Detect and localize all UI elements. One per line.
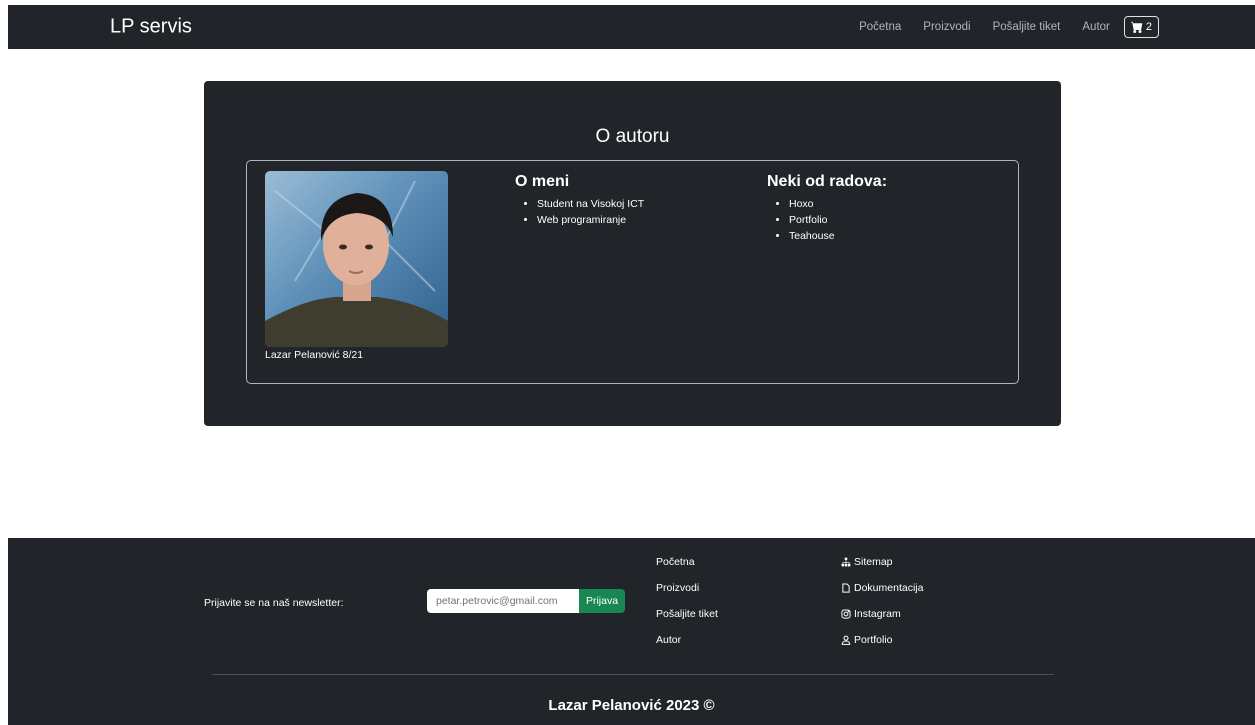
about-list: Student na Visokoj ICT Web programiranje — [515, 196, 644, 228]
sitemap-icon — [841, 557, 851, 567]
footer-link-pocetna[interactable]: Početna — [656, 556, 718, 582]
footer-link-autor[interactable]: Autor — [656, 634, 718, 660]
about-section: O meni Student na Visokoj ICT Web progra… — [515, 173, 644, 228]
footer-links: Početna Proizvodi Pošaljite tiket Autor — [656, 556, 718, 660]
works-section: Neki od radova: Hoxo Portfolio Teahouse — [767, 173, 887, 244]
footer-divider — [212, 674, 1054, 675]
author-card: Lazar Pelanović 8/21 O meni Student na V… — [246, 160, 1019, 384]
instagram-icon — [841, 609, 851, 619]
footer-link-label: Portfolio — [854, 634, 893, 646]
brand-logo[interactable]: LP servis — [110, 16, 192, 39]
list-item: Hoxo — [789, 196, 887, 212]
footer-link-instagram[interactable]: Instagram — [841, 608, 923, 634]
list-item: Teahouse — [789, 228, 887, 244]
nav-link-proizvodi[interactable]: Proizvodi — [923, 21, 970, 33]
nav-link-autor[interactable]: Autor — [1082, 21, 1110, 33]
footer-link-proizvodi[interactable]: Proizvodi — [656, 582, 718, 608]
footer-external-links: Sitemap Dokumentacija Instagram Portfoli… — [841, 556, 923, 660]
about-heading: O meni — [515, 173, 570, 190]
footer-link-tiket[interactable]: Pošaljite tiket — [656, 608, 718, 634]
copyright: Lazar Pelanović 2023 © — [548, 697, 715, 714]
newsletter-label: Prijavite se na naš newsletter: — [204, 597, 344, 609]
list-item: Student na Visokoj ICT — [537, 196, 644, 212]
nav-link-tiket[interactable]: Pošaljite tiket — [993, 21, 1061, 33]
footer-link-label: Sitemap — [854, 556, 893, 568]
list-item: Portfolio — [789, 212, 887, 228]
nav-link-pocetna[interactable]: Početna — [859, 21, 901, 33]
author-photo — [265, 171, 448, 347]
footer-link-label: Instagram — [854, 608, 901, 620]
footer-link-sitemap[interactable]: Sitemap — [841, 556, 923, 582]
footer-link-dokumentacija[interactable]: Dokumentacija — [841, 582, 923, 608]
cart-button[interactable]: 2 — [1123, 16, 1159, 38]
footer: Prijavite se na naš newsletter: Prijava … — [8, 538, 1255, 725]
footer-link-label: Dokumentacija — [854, 582, 924, 594]
newsletter-email-input[interactable] — [427, 589, 579, 613]
document-icon — [842, 583, 850, 593]
author-panel: O autoru Lazar Pelanović 8/21 O meni • S… — [204, 81, 1061, 426]
works-list: Hoxo Portfolio Teahouse — [767, 196, 887, 244]
cart-icon — [1130, 21, 1143, 33]
page-title: O autoru — [595, 126, 670, 147]
nav-links: Početna Proizvodi Pošaljite tiket Autor … — [837, 5, 1159, 49]
list-item: Web programiranje — [537, 212, 644, 228]
footer-link-portfolio[interactable]: Portfolio — [841, 634, 923, 660]
author-caption: Lazar Pelanović 8/21 — [265, 349, 364, 361]
person-icon — [841, 635, 851, 645]
top-navbar: LP servis Početna Proizvodi Pošaljite ti… — [8, 5, 1255, 49]
cart-count: 2 — [1145, 21, 1152, 33]
subscribe-button[interactable]: Prijava — [579, 589, 625, 613]
works-heading: Neki od radova: — [767, 173, 888, 190]
